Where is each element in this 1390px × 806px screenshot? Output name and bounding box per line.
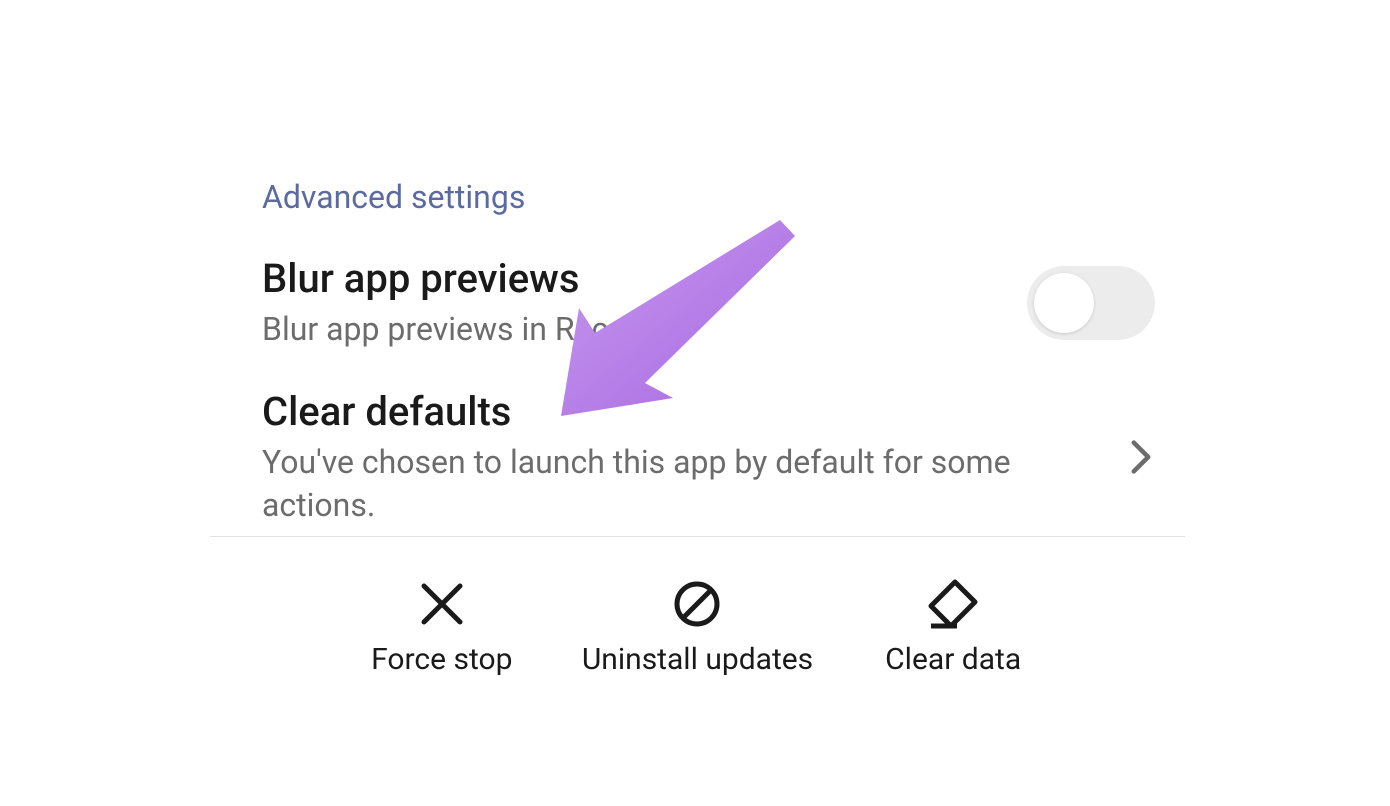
divider [210, 536, 1185, 537]
clear-defaults-row[interactable]: Clear defaults You've chosen to launch t… [210, 369, 1185, 545]
clear-data-label: Clear data [885, 642, 1021, 677]
row-text: Clear defaults You've chosen to launch t… [262, 387, 1121, 527]
chevron-right-icon [1121, 437, 1161, 477]
settings-panel: Advanced settings Blur app previews Blur… [210, 118, 1185, 546]
force-stop-button[interactable]: Force stop [342, 578, 542, 677]
prohibit-icon [671, 578, 723, 630]
section-title: Advanced settings [210, 118, 1185, 236]
blur-previews-row[interactable]: Blur app previews Blur app previews in R… [210, 236, 1185, 369]
toggle-knob [1034, 273, 1094, 333]
clear-data-button[interactable]: Clear data [853, 578, 1053, 677]
bottom-action-bar: Force stop Uninstall updates Clear data [210, 560, 1185, 707]
clear-defaults-title: Clear defaults [262, 387, 1101, 437]
force-stop-label: Force stop [371, 642, 512, 677]
eraser-icon [927, 578, 979, 630]
blur-previews-subtitle: Blur app previews in Recents [262, 308, 1007, 351]
row-text: Blur app previews Blur app previews in R… [262, 254, 1027, 351]
close-icon [416, 578, 468, 630]
uninstall-updates-label: Uninstall updates [582, 642, 813, 677]
blur-previews-toggle[interactable] [1027, 266, 1155, 340]
blur-previews-title: Blur app previews [262, 254, 1007, 304]
uninstall-updates-button[interactable]: Uninstall updates [582, 578, 813, 677]
clear-defaults-subtitle: You've chosen to launch this app by defa… [262, 441, 1101, 527]
